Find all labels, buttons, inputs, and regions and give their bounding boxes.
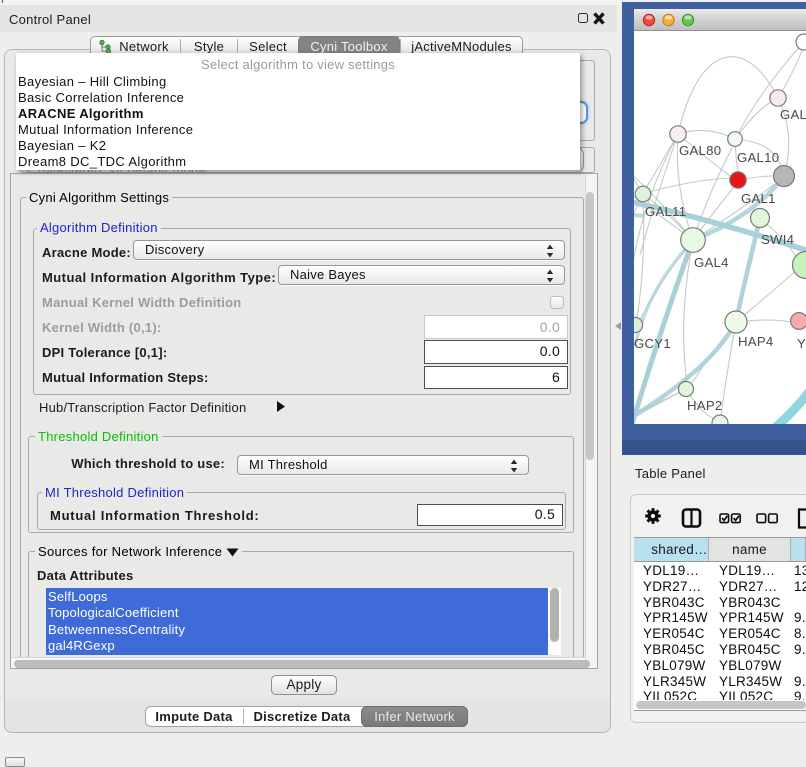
svg-text:SWI4: SWI4 [761, 232, 794, 247]
svg-text:GCY1: GCY1 [634, 336, 671, 351]
svg-text:GAL4: GAL4 [694, 255, 729, 270]
svg-text:Y: Y [797, 336, 806, 351]
svg-text:GAL1: GAL1 [741, 191, 776, 206]
svg-text:GAL80: GAL80 [679, 143, 721, 158]
svg-text:HAP4: HAP4 [738, 334, 773, 349]
svg-text:GAL10: GAL10 [737, 150, 779, 165]
svg-text:HAP2: HAP2 [687, 398, 722, 413]
svg-text:GAL: GAL [780, 107, 806, 122]
svg-text:GAL11: GAL11 [645, 204, 686, 219]
